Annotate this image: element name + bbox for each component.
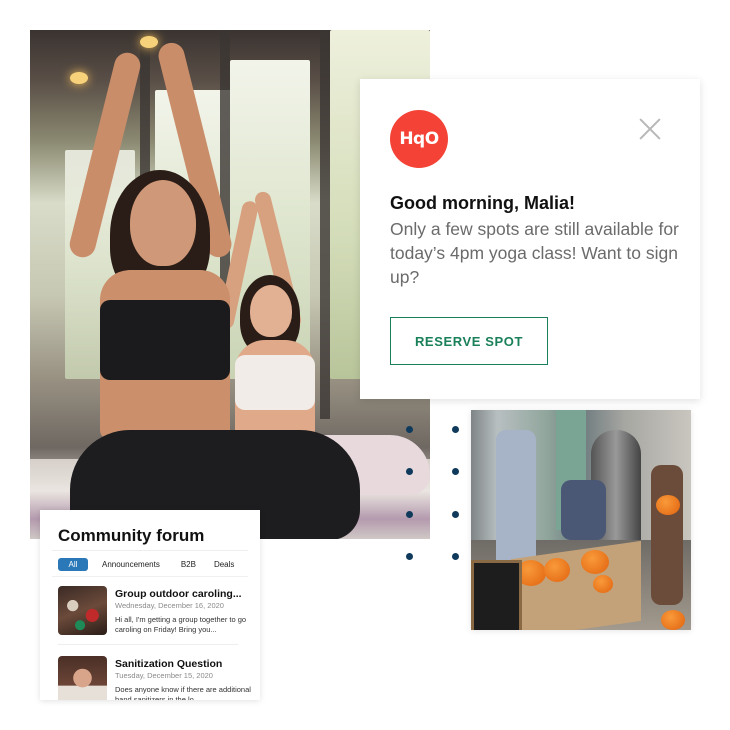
notification-card: HqO Good morning, Malia! Only a few spot… (360, 79, 700, 399)
greeting: Good morning, Malia! (390, 193, 575, 213)
dot (406, 468, 413, 475)
tab-b2b[interactable]: B2B (181, 558, 196, 571)
post-title: Sanitization Question (115, 658, 223, 670)
notification-message: Only a few spots are still available for… (390, 219, 679, 287)
dot (406, 553, 413, 560)
forum-post[interactable]: Group outdoor caroling... Wednesday, Dec… (58, 586, 253, 646)
dot (452, 468, 459, 475)
pumpkin-event-photo (471, 410, 691, 630)
post-title: Group outdoor caroling... (115, 588, 242, 600)
forum-tabs: All Announcements B2B Deals (58, 558, 234, 571)
divider (52, 576, 248, 577)
post-thumbnail (58, 586, 107, 635)
post-thumbnail (58, 656, 107, 700)
divider (52, 550, 248, 551)
forum-title: Community forum (58, 526, 205, 545)
post-date: Tuesday, December 15, 2020 (115, 671, 213, 680)
post-excerpt: Does anyone know if there are additional… (115, 685, 251, 700)
dot (406, 426, 413, 433)
dot (452, 426, 459, 433)
divider (58, 644, 238, 645)
tab-all[interactable]: All (58, 558, 88, 571)
dot (452, 553, 459, 560)
forum-post[interactable]: Sanitization Question Tuesday, December … (58, 656, 253, 700)
post-excerpt: Hi all, I'm getting a group together to … (115, 615, 247, 634)
hqo-logo: HqO (390, 110, 448, 168)
dot (406, 511, 413, 518)
dot (452, 511, 459, 518)
close-icon[interactable] (638, 117, 662, 141)
tab-deals[interactable]: Deals (214, 558, 234, 571)
post-date: Wednesday, December 16, 2020 (115, 601, 224, 610)
tab-announcements[interactable]: Announcements (102, 558, 160, 571)
community-forum-card: Community forum All Announcements B2B De… (40, 510, 260, 700)
reserve-spot-button[interactable]: RESERVE SPOT (390, 317, 548, 365)
